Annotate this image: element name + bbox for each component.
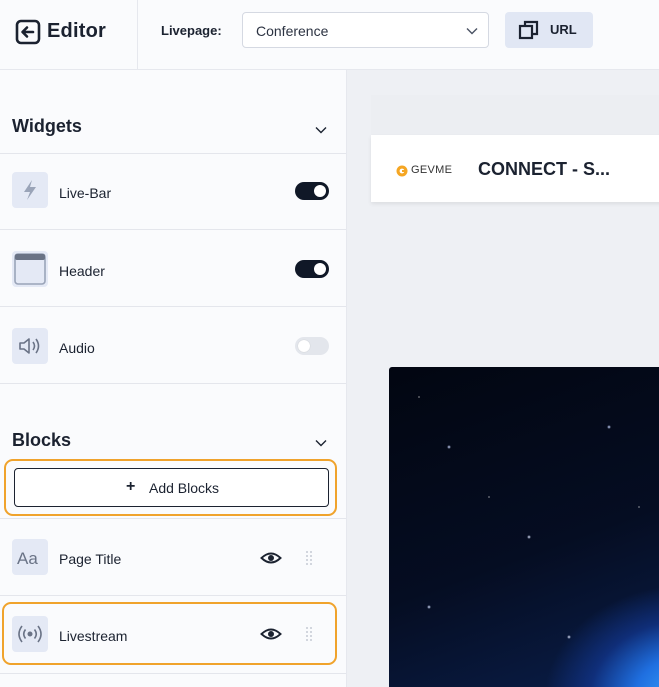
text-aa-icon: Aa bbox=[12, 539, 48, 575]
drag-handle-icon[interactable] bbox=[305, 626, 313, 642]
add-blocks-button[interactable]: + Add Blocks bbox=[14, 468, 329, 507]
header-toggle[interactable] bbox=[295, 260, 329, 278]
chevron-down-icon bbox=[465, 24, 479, 38]
blocks-collapse-chevron-icon[interactable] bbox=[314, 436, 328, 450]
widget-label-header: Header bbox=[59, 263, 105, 279]
top-bar: Editor Livepage: Conference URL bbox=[0, 0, 659, 70]
toggle-knob bbox=[298, 340, 310, 352]
url-button[interactable]: URL bbox=[505, 12, 593, 48]
add-blocks-button-label: Add Blocks bbox=[149, 480, 220, 496]
widgets-collapse-chevron-icon[interactable] bbox=[314, 123, 328, 137]
audio-toggle[interactable] bbox=[295, 337, 329, 355]
livepage-label: Livepage: bbox=[161, 23, 222, 38]
eye-icon[interactable] bbox=[260, 550, 282, 566]
divider bbox=[0, 595, 346, 596]
copy-window-icon bbox=[518, 20, 540, 40]
editor-brand: Editor bbox=[0, 0, 138, 70]
widget-label-audio: Audio bbox=[59, 340, 95, 356]
speaker-icon bbox=[12, 328, 48, 364]
preview-logo-text: GEVME bbox=[411, 164, 453, 176]
livestream-highlight bbox=[2, 602, 337, 665]
add-blocks-highlight: + Add Blocks bbox=[4, 459, 337, 516]
preview-live-bar bbox=[371, 95, 659, 135]
lightning-icon bbox=[12, 172, 48, 208]
drag-handle-icon[interactable] bbox=[305, 550, 313, 566]
livepage-select-value: Conference bbox=[256, 23, 329, 39]
sidebar: Widgets Live-Bar Header Audio Blocks + A… bbox=[0, 70, 347, 687]
eye-icon[interactable] bbox=[260, 626, 282, 642]
preview-livestream-hero[interactable] bbox=[389, 367, 659, 687]
svg-text:Aa: Aa bbox=[17, 549, 38, 568]
livepage-select[interactable]: Conference bbox=[242, 12, 489, 48]
preview-header[interactable]: GEVME CONNECT - S... bbox=[371, 135, 659, 202]
livepage-preview: GEVME CONNECT - S... bbox=[347, 70, 659, 687]
broadcast-icon bbox=[12, 616, 48, 652]
divider bbox=[0, 673, 346, 674]
divider bbox=[0, 306, 346, 307]
preview-page-title: CONNECT - S... bbox=[478, 159, 611, 179]
blocks-heading: Blocks bbox=[12, 430, 72, 450]
widgets-heading: Widgets bbox=[12, 116, 82, 136]
gevme-logo-icon bbox=[396, 164, 408, 177]
plus-icon: + bbox=[126, 478, 136, 495]
divider bbox=[0, 229, 346, 230]
app-title: Editor bbox=[47, 20, 106, 42]
block-label-livestream: Livestream bbox=[59, 628, 128, 644]
block-label-page-title: Page Title bbox=[59, 551, 122, 567]
editor-exit-icon[interactable] bbox=[14, 18, 42, 46]
divider bbox=[0, 518, 346, 519]
header-layout-icon bbox=[12, 251, 48, 287]
toggle-knob bbox=[314, 185, 326, 197]
divider bbox=[0, 153, 346, 154]
toggle-knob bbox=[314, 263, 326, 275]
widget-label-live-bar: Live-Bar bbox=[59, 185, 112, 201]
url-button-label: URL bbox=[550, 22, 577, 37]
live-bar-toggle[interactable] bbox=[295, 182, 329, 200]
divider bbox=[0, 383, 346, 384]
